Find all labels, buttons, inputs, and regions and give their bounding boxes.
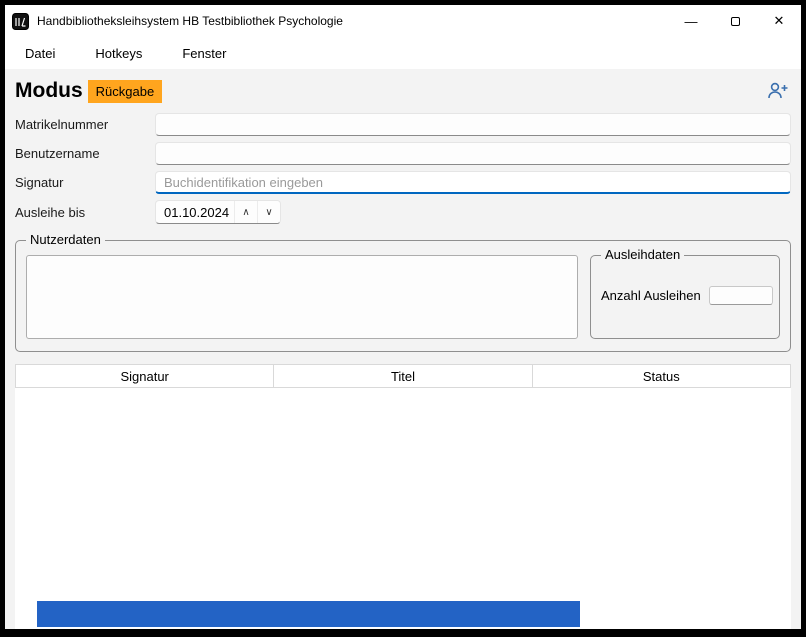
window-title: Handbibliotheksleihsystem HB Testbibliot… [37,14,343,28]
column-header-titel[interactable]: Titel [274,365,532,387]
chevron-up-icon: ∧ [242,207,249,218]
add-user-icon [767,82,789,100]
status-bar [15,599,791,629]
ausleihdaten-group-title: Ausleihdaten [601,247,684,262]
app-icon [12,13,29,30]
nutzerdaten-group: Nutzerdaten Ausleihdaten Anzahl Ausleihe… [15,240,791,352]
nutzerdaten-group-title: Nutzerdaten [26,232,105,247]
signatur-label: Signatur [15,175,155,190]
title-bar: Handbibliotheksleihsystem HB Testbibliot… [5,5,801,37]
results-table: Signatur Titel Status [15,364,791,599]
date-input[interactable] [156,201,234,223]
mode-badge: Rückgabe [88,80,163,103]
menu-item-datei[interactable]: Datei [13,41,67,66]
page-title: Modus [15,79,83,103]
spin-up-button[interactable]: ∧ [234,201,257,223]
menu-bar: Datei Hotkeys Fenster [5,37,801,69]
menu-item-fenster[interactable]: Fenster [170,41,238,66]
app-window: Handbibliotheksleihsystem HB Testbibliot… [0,0,806,637]
menu-item-hotkeys[interactable]: Hotkeys [83,41,154,66]
anzahl-ausleihen-label: Anzahl Ausleihen [601,288,701,303]
ausleihe-bis-label: Ausleihe bis [15,205,155,220]
add-user-button[interactable] [765,80,791,102]
matrikelnummer-input[interactable] [155,113,791,136]
main-content: Modus Rückgabe Matrikelnummer Benutzerna… [5,69,801,629]
close-button[interactable]: ✕ [757,5,801,37]
progress-bar [37,601,580,627]
benutzername-input[interactable] [155,142,791,165]
maximize-icon [731,17,740,26]
ausleihdaten-group: Ausleihdaten Anzahl Ausleihen [590,255,780,339]
signatur-input[interactable] [155,171,791,194]
column-header-signatur[interactable]: Signatur [15,365,274,387]
chevron-down-icon: ∨ [265,207,272,218]
anzahl-ausleihen-input[interactable] [709,286,773,305]
column-header-status[interactable]: Status [533,365,791,387]
matrikelnummer-label: Matrikelnummer [15,117,155,132]
spin-down-button[interactable]: ∨ [257,201,280,223]
maximize-button[interactable] [713,5,757,37]
table-body[interactable] [15,388,791,599]
minimize-button[interactable]: — [669,5,713,37]
date-spinner: ∧ ∨ [155,200,281,224]
nutzerdaten-textarea[interactable] [26,255,578,339]
benutzername-label: Benutzername [15,146,155,161]
table-header: Signatur Titel Status [15,364,791,388]
